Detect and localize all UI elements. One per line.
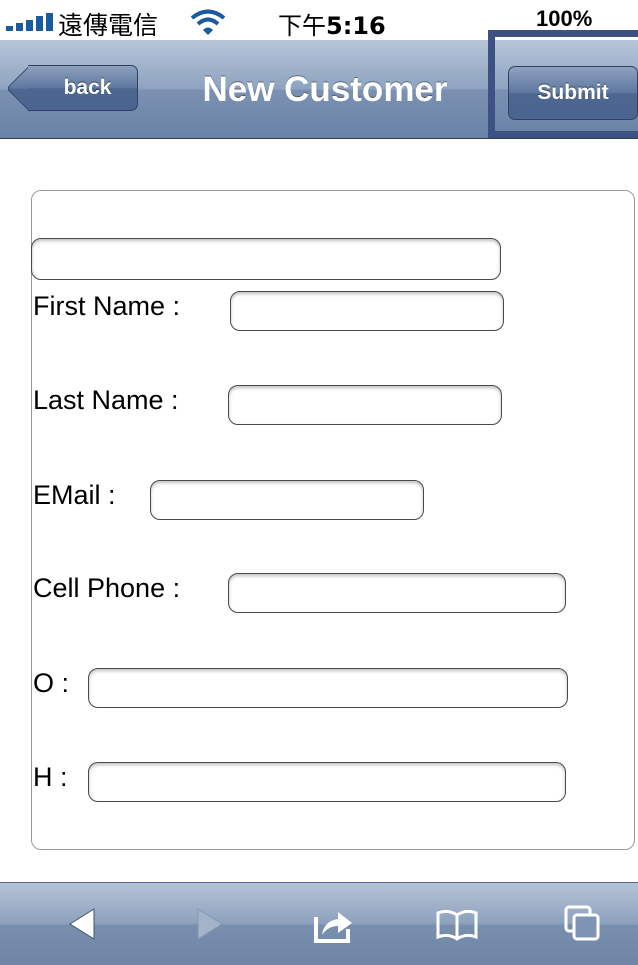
o-label: O : (33, 668, 70, 698)
cell-phone-label: Cell Phone : (33, 573, 181, 603)
last-name-label: Last Name : (33, 385, 179, 415)
page-title: New Customer (202, 70, 448, 109)
h-label: H : (33, 762, 68, 792)
time-prefix: 下午 (278, 12, 326, 40)
forward-arrow-icon[interactable] (184, 901, 230, 947)
signal-strength-icon (6, 13, 53, 31)
status-time: 下午5:16 (278, 6, 386, 41)
browser-toolbar (0, 882, 638, 965)
submit-button[interactable]: Submit (508, 66, 638, 120)
h-field[interactable] (88, 762, 566, 802)
back-arrow-icon[interactable] (62, 901, 108, 947)
customer-form (31, 190, 635, 850)
cell-phone-field[interactable] (228, 573, 566, 613)
last-name-field[interactable] (228, 385, 502, 425)
wifi-icon (190, 9, 226, 35)
email-label: EMail : (33, 480, 116, 510)
battery-percent: 100% (536, 6, 593, 31)
time-value: 5:16 (326, 12, 386, 40)
unlabeled-input[interactable] (31, 238, 501, 280)
o-field[interactable] (88, 668, 568, 708)
back-button[interactable]: back (28, 65, 138, 111)
share-icon[interactable] (310, 901, 356, 947)
bookmarks-icon[interactable] (434, 901, 480, 947)
email-field[interactable] (150, 480, 424, 520)
carrier-name: 遠傳電信 (58, 11, 159, 40)
tabs-icon[interactable] (560, 901, 606, 947)
first-name-label: First Name : (33, 291, 181, 321)
first-name-field[interactable] (230, 291, 504, 331)
